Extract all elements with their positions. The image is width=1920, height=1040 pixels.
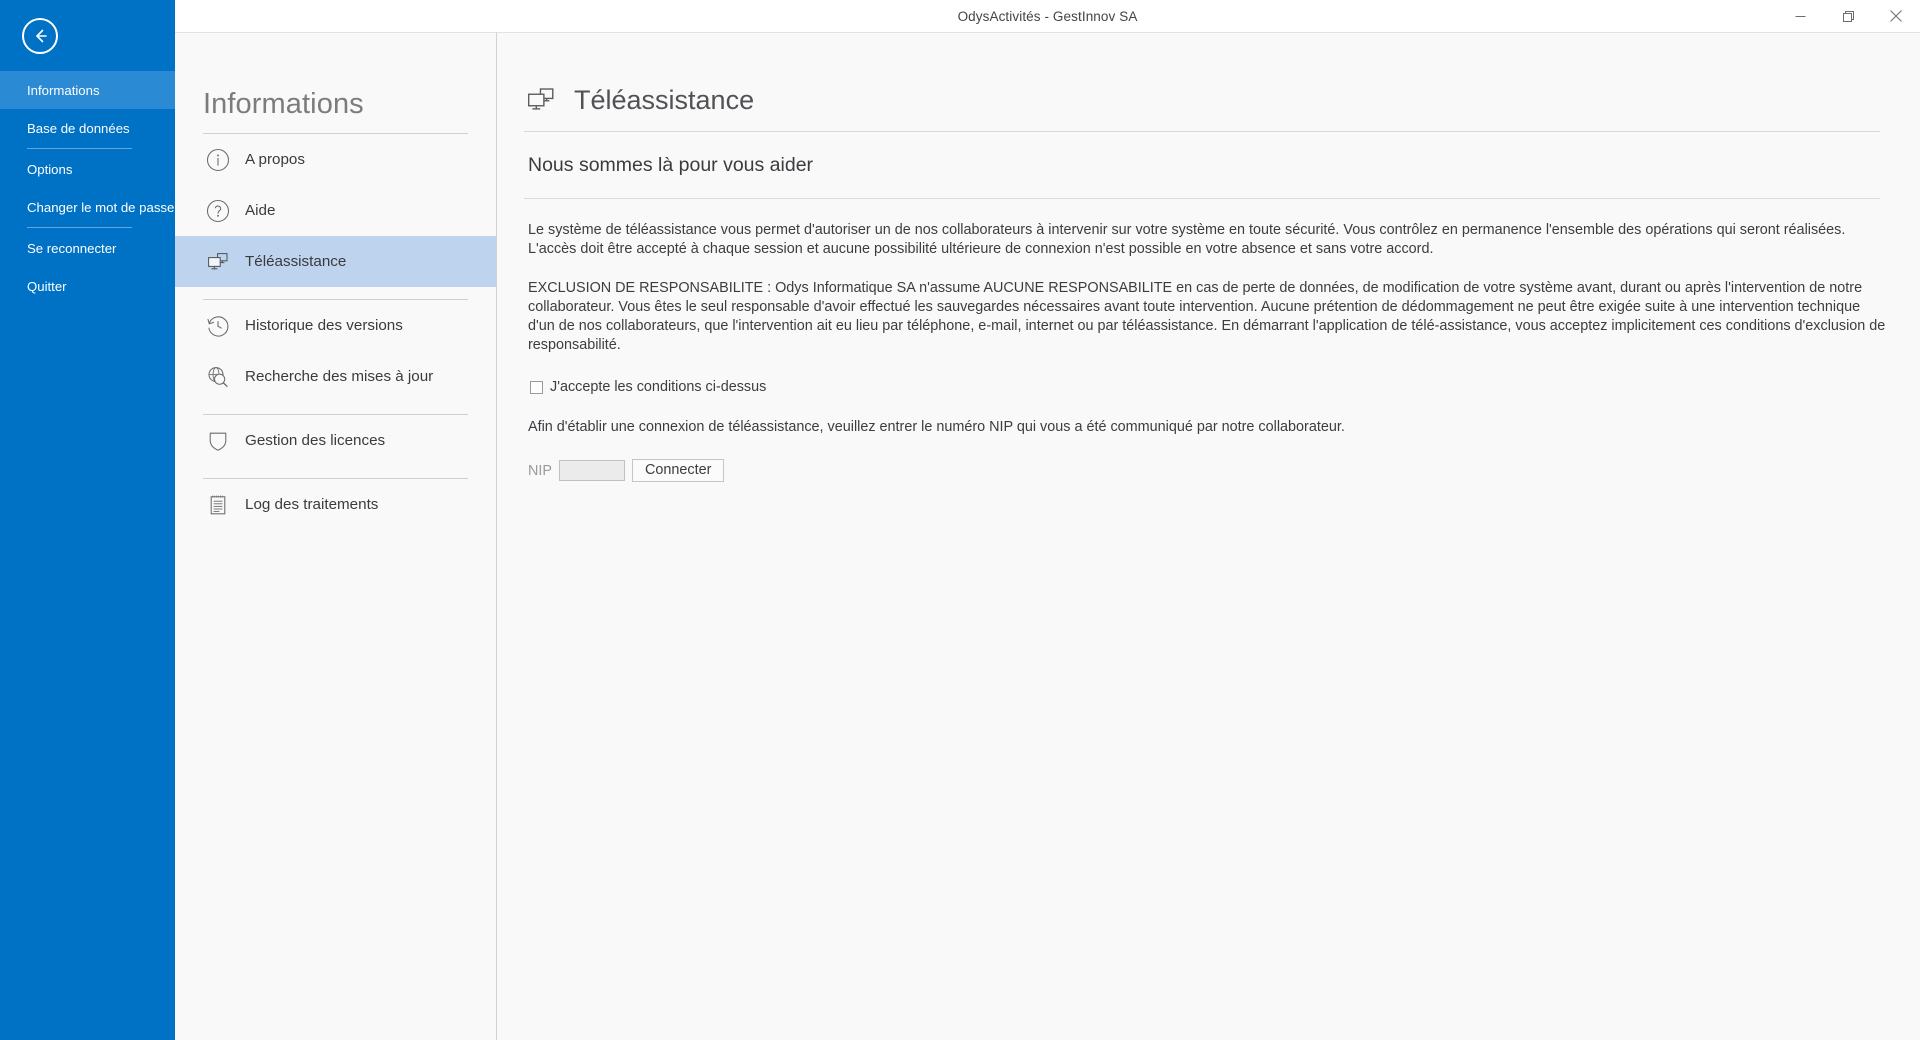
shield-icon	[203, 426, 233, 456]
sidebar-item-label: Base de données	[27, 120, 130, 136]
accept-conditions-checkbox[interactable]: J'accepte les conditions ci-dessus	[530, 379, 1920, 395]
page-title: Téléassistance	[522, 83, 1920, 117]
sidebar-nav: Informations Base de données Options Cha…	[0, 71, 175, 305]
list-item-label: A propos	[245, 150, 305, 168]
window-title: OdysActivités - GestInnov SA	[957, 8, 1138, 24]
sidebar-item-quitter[interactable]: Quitter	[0, 267, 175, 305]
sidebar-item-label: Quitter	[27, 278, 67, 294]
subtitle-rule	[524, 198, 1880, 199]
remote-assistance-icon	[203, 247, 233, 277]
sidebar-item-se-reconnecter[interactable]: Se reconnecter	[0, 229, 175, 267]
question-circle-icon	[203, 196, 233, 226]
nip-form-row: NIP Connecter	[528, 459, 1920, 483]
midpanel-list: A propos Aide Téléassistance Historique …	[175, 134, 496, 530]
sidebar-item-label: Options	[27, 161, 73, 177]
list-item-historique-des-versions[interactable]: Historique des versions	[175, 300, 496, 351]
minimize-icon[interactable]	[1776, 0, 1824, 32]
list-item-label: Historique des versions	[245, 316, 403, 334]
accept-conditions-label: J'accepte les conditions ci-dessus	[550, 379, 767, 396]
sidebar-item-changer-le-mot-de-passe[interactable]: Changer le mot de passe	[0, 188, 175, 226]
page-title-rule	[524, 131, 1880, 132]
application-window: Informations Base de données Options Cha…	[0, 0, 1920, 1040]
sidebar-separator	[27, 227, 132, 228]
info-circle-icon	[203, 145, 233, 175]
list-item-label: Recherche des mises à jour	[245, 367, 434, 385]
list-item-a-propos[interactable]: A propos	[175, 134, 496, 185]
sidebar-separator	[27, 148, 132, 149]
list-item-recherche-des-mises-a-jour[interactable]: Recherche des mises à jour	[175, 351, 496, 402]
maximize-icon[interactable]	[1824, 0, 1872, 32]
globe-search-icon	[203, 362, 233, 392]
list-item-aide[interactable]: Aide	[175, 185, 496, 236]
sidebar-item-label: Changer le mot de passe	[27, 199, 175, 215]
list-item-label: Téléassistance	[245, 252, 347, 270]
disclaimer-paragraph: EXCLUSION DE RESPONSABILITE : Odys Infor…	[528, 280, 1886, 354]
window-controls	[1776, 0, 1920, 32]
list-item-teleassistance[interactable]: Téléassistance	[175, 236, 496, 287]
sidebar-item-label: Se reconnecter	[27, 240, 117, 256]
nip-input[interactable]	[559, 460, 625, 482]
back-arrow-icon[interactable]	[22, 18, 58, 54]
nip-instruction: Afin d'établir une connexion de téléassi…	[528, 419, 1345, 436]
list-item-label: Aide	[245, 201, 276, 219]
nip-label: NIP	[528, 462, 552, 479]
main-content: Téléassistance Nous sommes là pour vous …	[497, 32, 1920, 1040]
midpanel-title: Informations	[203, 88, 364, 120]
list-item-gestion-des-licences[interactable]: Gestion des licences	[175, 415, 496, 466]
sidebar-item-options[interactable]: Options	[0, 150, 175, 188]
page-subtitle: Nous sommes là pour vous aider	[528, 154, 814, 176]
sidebar-item-label: Informations	[27, 82, 100, 98]
list-item-log-des-traitements[interactable]: Log des traitements	[175, 479, 496, 530]
list-item-label: Gestion des licences	[245, 431, 386, 449]
list-item-label: Log des traitements	[245, 495, 379, 513]
log-document-icon	[203, 490, 233, 520]
title-bar: OdysActivités - GestInnov SA	[175, 0, 1920, 32]
history-clock-icon	[203, 311, 233, 341]
sidebar-item-base-de-donnees[interactable]: Base de données	[0, 109, 175, 147]
backstage-sidebar: Informations Base de données Options Cha…	[0, 0, 175, 1040]
remote-assistance-icon	[524, 83, 558, 117]
sidebar-item-informations[interactable]: Informations	[0, 71, 175, 109]
checkbox-box[interactable]	[530, 380, 543, 394]
connect-button[interactable]: Connecter	[632, 459, 725, 483]
close-icon[interactable]	[1872, 0, 1920, 32]
page-title-text: Téléassistance	[574, 84, 755, 115]
description-paragraph-1: Le système de téléassistance vous permet…	[528, 222, 1846, 258]
information-list-panel: Informations A propos Aide Téléassistanc…	[175, 32, 497, 1040]
